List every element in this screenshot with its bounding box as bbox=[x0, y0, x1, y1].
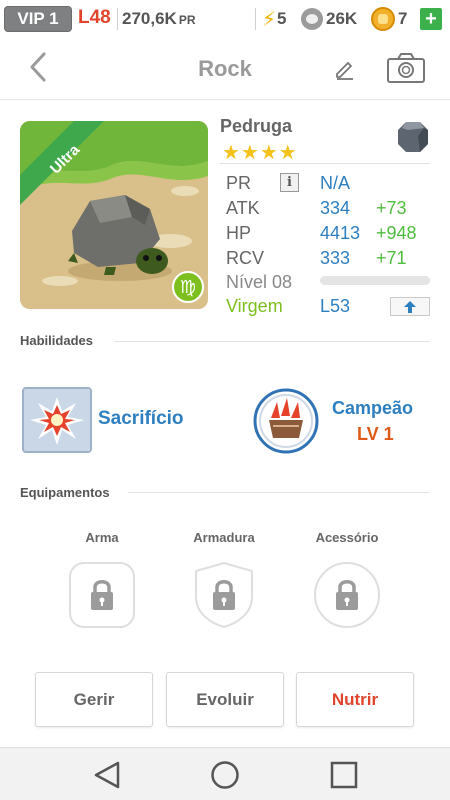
star-rating: ★★★★ bbox=[222, 142, 298, 164]
leader-skill-name[interactable]: Campeão bbox=[332, 398, 413, 419]
power-rating-value: 270,6K bbox=[122, 9, 177, 28]
leader-skill-level: LV 1 bbox=[357, 424, 394, 444]
weapon-lock-icon bbox=[69, 562, 135, 628]
gold-coin-icon bbox=[371, 7, 395, 31]
character-portrait[interactable]: Ultra ♍ bbox=[20, 121, 208, 309]
stat-bonus-rcv: +71 bbox=[376, 248, 407, 268]
stat-label-rcv: RCV bbox=[226, 248, 265, 268]
rock-element-icon bbox=[396, 120, 430, 154]
lightning-bolt-icon: ⚡ bbox=[262, 8, 277, 31]
camera-icon bbox=[387, 53, 425, 83]
system-navigation-bar bbox=[0, 747, 450, 800]
accessory-slot[interactable] bbox=[313, 561, 381, 629]
zodiac-sign-label: Virgem bbox=[226, 296, 283, 316]
claw-emblem-icon bbox=[253, 388, 319, 454]
stat-value-hp: 4413 bbox=[320, 223, 361, 243]
zodiac-badge: ♍ bbox=[172, 271, 204, 303]
circle-home-icon bbox=[211, 761, 239, 789]
skill-name[interactable]: Sacrifício bbox=[98, 408, 184, 430]
energy-counter[interactable]: ⚡ 5 bbox=[262, 6, 287, 32]
paw-currency-counter[interactable]: 26K bbox=[301, 6, 357, 32]
stat-value-rcv: 333 bbox=[320, 248, 351, 268]
triangle-back-icon bbox=[94, 761, 120, 789]
leader-skill-icon-button[interactable] bbox=[253, 388, 319, 454]
nav-back-button[interactable] bbox=[92, 760, 122, 790]
armor-slot-label: Armadura bbox=[193, 530, 255, 545]
skill-icon-button[interactable] bbox=[22, 387, 92, 453]
paw-coin-icon bbox=[301, 8, 323, 30]
name-divider bbox=[220, 163, 430, 164]
rename-button[interactable] bbox=[333, 56, 357, 80]
equipment-section-title: Equipamentos bbox=[20, 485, 110, 500]
weapon-slot[interactable] bbox=[68, 561, 136, 629]
page-header: Rock bbox=[0, 38, 450, 100]
armor-lock-icon bbox=[195, 561, 253, 629]
power-rating-unit: PR bbox=[178, 13, 196, 27]
feed-button[interactable]: Nutrir bbox=[296, 672, 414, 727]
status-divider bbox=[255, 8, 256, 30]
power-rating-total: 270,6K PR bbox=[122, 9, 196, 29]
explosion-icon bbox=[24, 389, 90, 451]
player-level: L48 bbox=[78, 7, 111, 28]
stat-label-atk: ATK bbox=[226, 198, 260, 218]
virgo-icon: ♍ bbox=[179, 276, 197, 298]
equipment-divider bbox=[128, 492, 430, 493]
info-button[interactable]: i bbox=[280, 173, 299, 192]
camera-button[interactable] bbox=[386, 52, 426, 84]
nav-home-button[interactable] bbox=[210, 760, 240, 790]
abilities-divider bbox=[114, 341, 430, 342]
sign-upgrade-button[interactable] bbox=[390, 297, 430, 316]
xp-progress-bar bbox=[320, 276, 430, 285]
gold-currency-counter[interactable]: 7 bbox=[371, 6, 407, 32]
level-label: Nível 08 bbox=[226, 272, 293, 292]
zodiac-sign-level: L53 bbox=[320, 296, 351, 316]
status-divider bbox=[117, 8, 118, 30]
evolve-button[interactable]: Evoluir bbox=[166, 672, 284, 727]
paw-currency-value: 26K bbox=[326, 9, 358, 28]
abilities-section-title: Habilidades bbox=[20, 333, 93, 348]
stat-bonus-hp: +948 bbox=[376, 223, 417, 243]
manage-button[interactable]: Gerir bbox=[35, 672, 153, 727]
pencil-icon bbox=[336, 62, 353, 80]
weapon-slot-label: Arma bbox=[85, 530, 119, 545]
square-recents-icon bbox=[330, 761, 358, 789]
character-name: Pedruga bbox=[220, 116, 293, 136]
stat-value-atk: 334 bbox=[320, 198, 351, 218]
gold-currency-value: 7 bbox=[398, 9, 408, 28]
stat-label-pr: PR bbox=[226, 173, 252, 193]
top-status-bar: VIP 1 L48 270,6K PR ⚡ 5 26K 7 + bbox=[0, 0, 450, 38]
page-title: Rock bbox=[198, 56, 252, 81]
armor-slot[interactable] bbox=[190, 561, 258, 629]
accessory-slot-label: Acessório bbox=[315, 530, 379, 545]
stat-bonus-atk: +73 bbox=[376, 198, 407, 218]
energy-value: 5 bbox=[277, 9, 287, 28]
add-currency-button[interactable]: + bbox=[420, 8, 442, 30]
accessory-lock-icon bbox=[314, 562, 380, 628]
vip-badge[interactable]: VIP 1 bbox=[4, 6, 72, 32]
stat-label-hp: HP bbox=[226, 223, 252, 243]
arrow-up-icon bbox=[404, 300, 416, 313]
nav-recents-button[interactable] bbox=[329, 760, 359, 790]
stat-value-pr: N/A bbox=[320, 173, 351, 193]
